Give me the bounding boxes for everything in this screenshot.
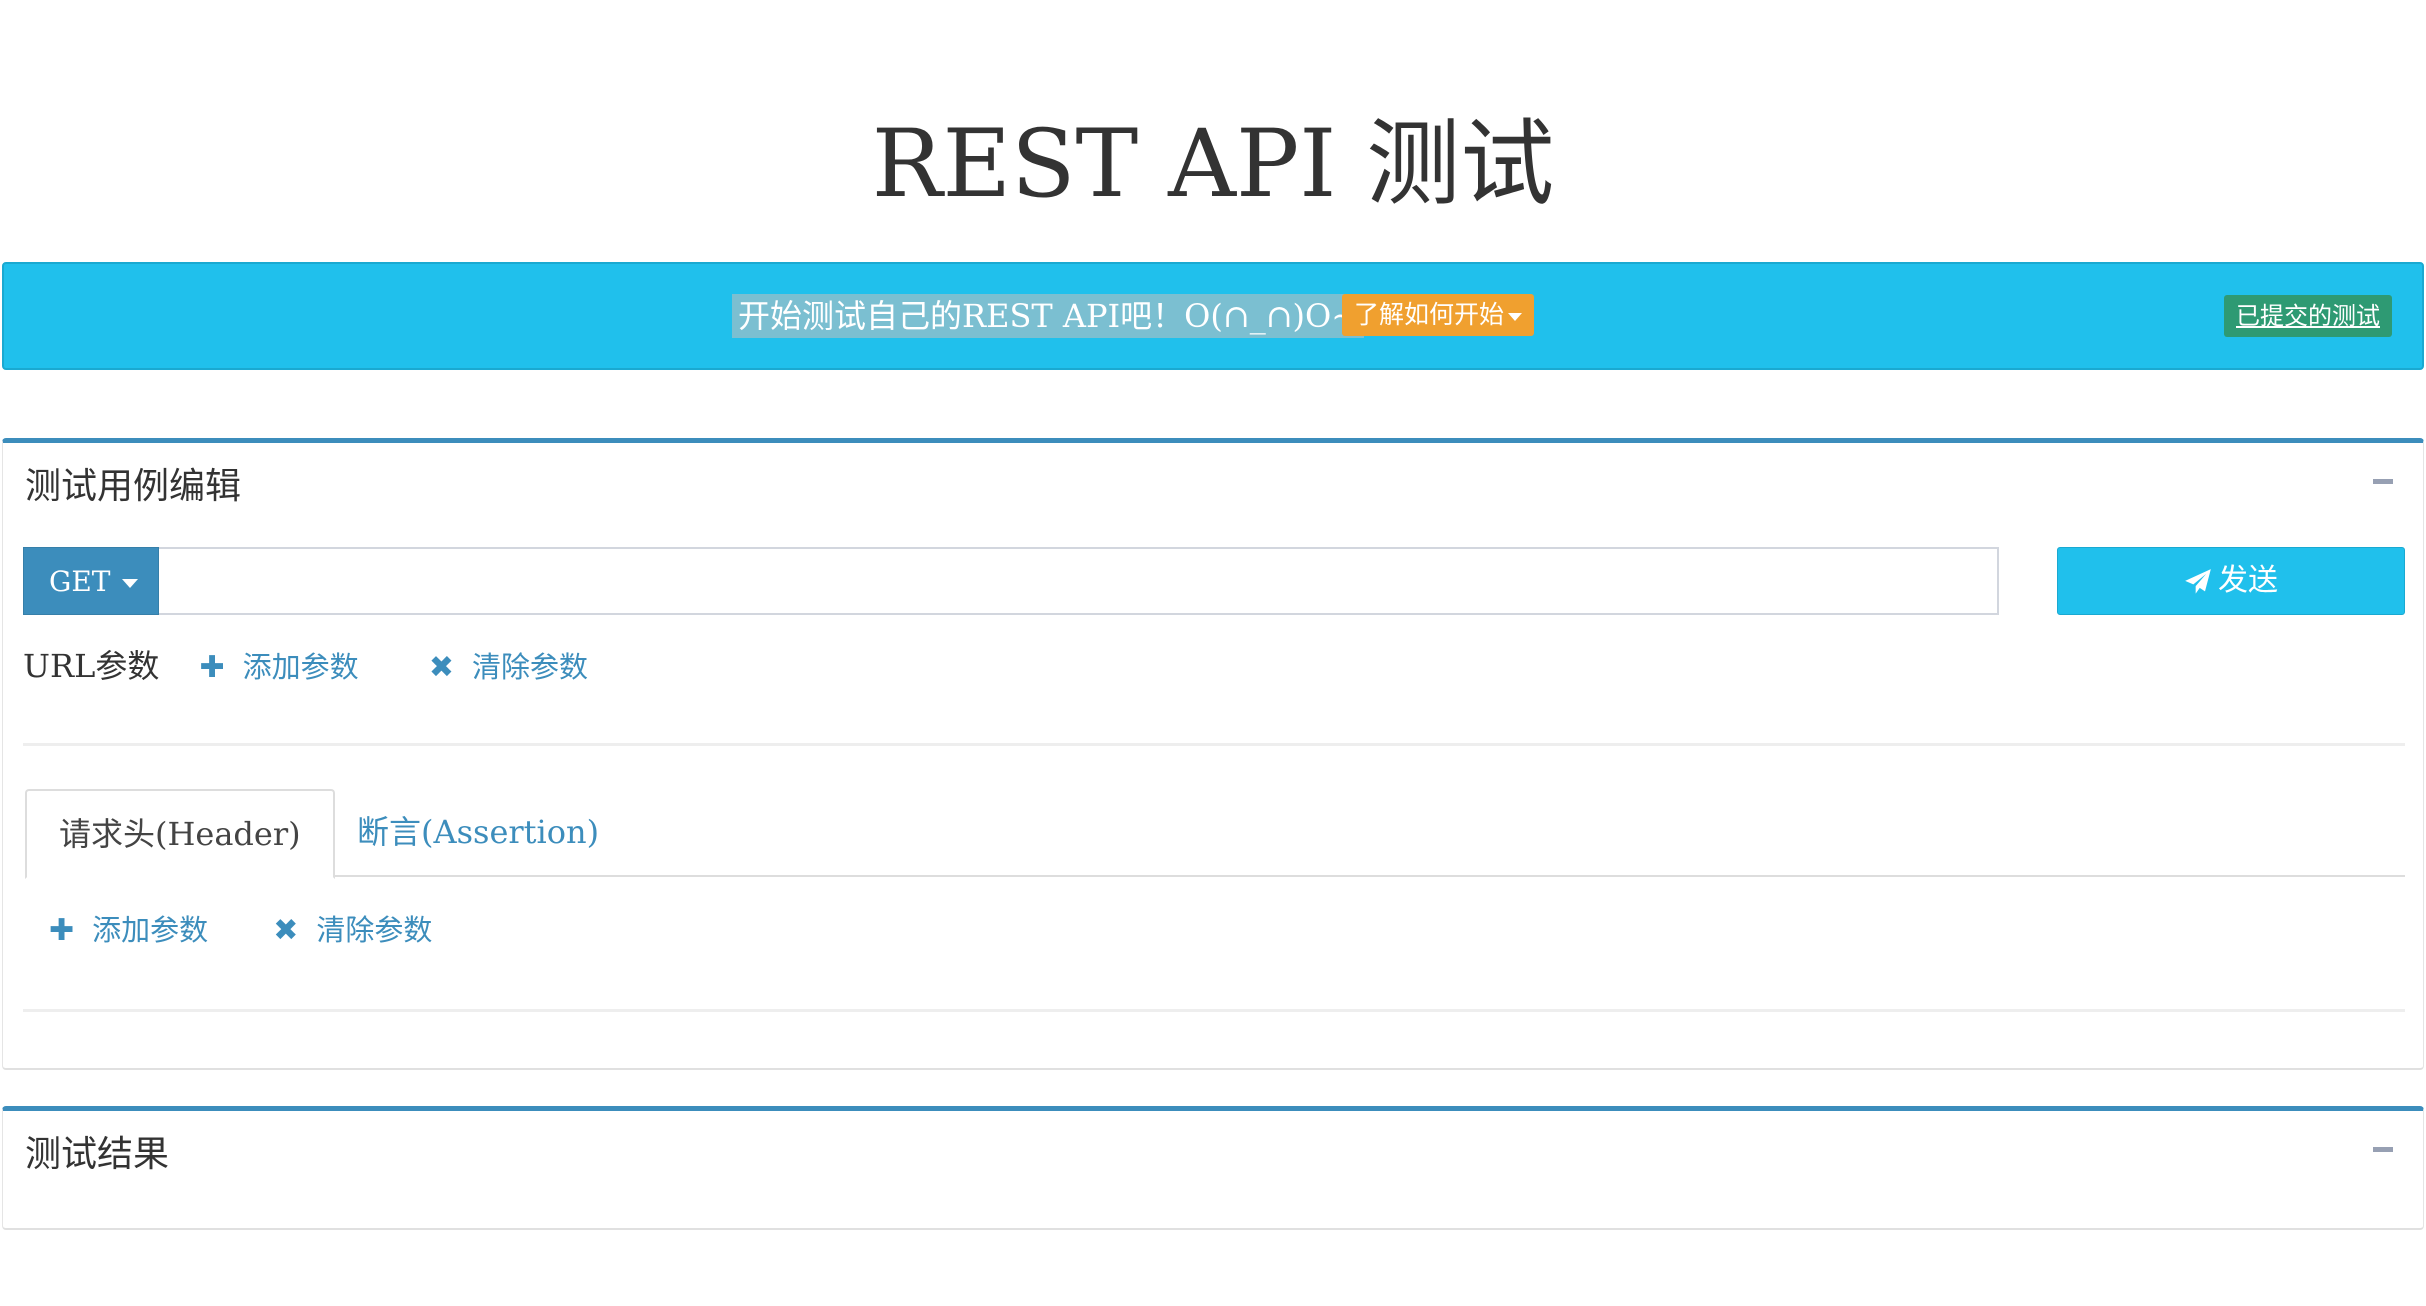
submitted-tests-button[interactable]: 已提交的测试 xyxy=(2224,295,2392,337)
editor-panel-title: 测试用例编辑 xyxy=(25,466,242,507)
caret-down-icon xyxy=(1508,312,1523,321)
request-tabs: 请求头(Header) 断言(Assertion) xyxy=(25,789,2405,879)
caret-down-icon xyxy=(122,579,139,588)
plus-icon: ✚ xyxy=(49,913,75,948)
http-method-label: GET xyxy=(49,565,111,598)
tab-header[interactable]: 请求头(Header) xyxy=(25,789,335,879)
banner-message: 开始测试自己的REST API吧！O(∩_∩)O~ xyxy=(732,294,1365,338)
callout-banner: 开始测试自己的REST API吧！O(∩_∩)O~ 了解如何开始 已提交的测试 xyxy=(2,262,2424,370)
clear-url-params-button[interactable]: ✖ 清除参数 xyxy=(428,650,588,685)
add-url-param-label: 添加参数 xyxy=(242,650,359,684)
clear-url-params-label: 清除参数 xyxy=(471,650,588,684)
url-params-row: URL参数 ✚ 添加参数 ✖ 清除参数 xyxy=(23,641,648,691)
send-button[interactable]: 发送 xyxy=(2057,547,2405,615)
close-icon: ✖ xyxy=(273,913,299,948)
url-input[interactable] xyxy=(159,547,1999,615)
add-url-param-button[interactable]: ✚ 添加参数 xyxy=(199,650,359,685)
tab-assertion[interactable]: 断言(Assertion) xyxy=(325,789,631,877)
minus-icon[interactable] xyxy=(2373,479,2393,484)
clear-header-params-label: 清除参数 xyxy=(316,913,433,947)
minus-icon[interactable] xyxy=(2373,1147,2393,1152)
clear-header-params-button[interactable]: ✖ 清除参数 xyxy=(273,913,433,948)
paper-plane-icon xyxy=(2185,569,2211,594)
test-result-panel: 测试结果 xyxy=(2,1106,2424,1230)
how-to-start-button[interactable]: 了解如何开始 xyxy=(1342,294,1535,336)
url-params-label: URL参数 xyxy=(23,647,160,685)
test-case-editor-panel: 测试用例编辑 GET 发送 URL参数 ✚ 添加参数 ✖ 清除参数 请求头(Head… xyxy=(2,438,2424,1070)
send-label: 发送 xyxy=(2218,563,2278,598)
page-title: REST API 测试 xyxy=(871,110,1555,219)
header-actions-row: ✚ 添加参数 ✖ 清除参数 xyxy=(49,905,492,955)
divider xyxy=(23,743,2405,746)
add-header-param-label: 添加参数 xyxy=(92,913,209,947)
add-header-param-button[interactable]: ✚ 添加参数 xyxy=(49,913,209,948)
plus-icon: ✚ xyxy=(199,650,225,685)
close-icon: ✖ xyxy=(428,650,454,685)
http-method-dropdown[interactable]: GET xyxy=(23,547,159,615)
how-to-start-label: 了解如何开始 xyxy=(1354,300,1505,329)
result-panel-title: 测试结果 xyxy=(25,1134,170,1175)
divider xyxy=(23,1009,2405,1012)
